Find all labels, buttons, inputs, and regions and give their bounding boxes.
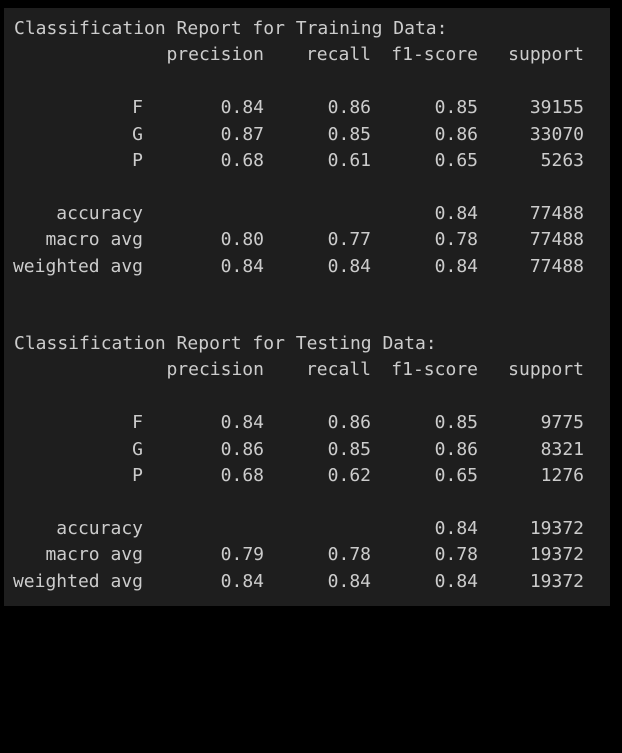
header-support: support (508, 359, 584, 381)
support-value: 8321 (540, 438, 584, 460)
header-recall: recall (305, 44, 371, 66)
report-title: Classification Report for Training Data: (14, 18, 448, 39)
f1-value: 0.86 (434, 438, 478, 460)
recall-value: 0.84 (327, 570, 371, 592)
accuracy-label: accuracy (56, 517, 143, 539)
f1-value: 0.78 (434, 229, 478, 251)
support-value: 5263 (540, 149, 584, 171)
class-label: G (132, 438, 143, 460)
recall-value: 0.61 (327, 149, 371, 171)
support-value: 39155 (529, 97, 584, 119)
precision-value: 0.84 (220, 97, 264, 119)
support-value: 33070 (529, 123, 584, 145)
header-precision: precision (166, 359, 264, 381)
header-row: precision recall f1-score support (4, 357, 610, 383)
precision-value: 0.80 (220, 229, 264, 251)
recall-value: 0.85 (327, 438, 371, 460)
precision-value: 0.68 (220, 149, 264, 171)
output-panel: Classification Report for Training Data:… (4, 8, 610, 606)
f1-value: 0.85 (434, 412, 478, 434)
class-row: G 0.86 0.85 0.86 8321 (4, 437, 610, 463)
class-row: F 0.84 0.86 0.85 39155 (4, 95, 610, 121)
training-report: Classification Report for Training Data:… (4, 16, 610, 280)
header-f1-score: f1-score (391, 359, 478, 381)
recall-value: 0.77 (327, 229, 371, 251)
precision-value: 0.86 (220, 438, 264, 460)
support-value: 1276 (540, 464, 584, 486)
f1-value: 0.65 (434, 464, 478, 486)
macro-avg-label: macro avg (45, 544, 143, 566)
header-f1-score: f1-score (391, 44, 478, 66)
class-row: P 0.68 0.62 0.65 1276 (4, 463, 610, 489)
accuracy-label: accuracy (56, 202, 143, 224)
precision-value: 0.84 (220, 255, 264, 277)
class-label: F (132, 412, 143, 434)
weighted-avg-label: weighted avg (12, 255, 143, 277)
recall-value: 0.62 (327, 464, 371, 486)
header-support: support (508, 44, 584, 66)
f1-value: 0.84 (434, 570, 478, 592)
precision-value: 0.68 (220, 464, 264, 486)
class-label: G (132, 123, 143, 145)
class-label: P (132, 464, 143, 486)
class-label: F (132, 97, 143, 119)
support-value: 19372 (529, 570, 584, 592)
header-row: precision recall f1-score support (4, 42, 610, 68)
recall-value: 0.84 (327, 255, 371, 277)
report-title-line: Classification Report for Training Data: (4, 16, 610, 42)
header-precision: precision (166, 44, 264, 66)
precision-value: 0.84 (220, 412, 264, 434)
f1-value: 0.86 (434, 123, 478, 145)
recall-value: 0.78 (327, 544, 371, 566)
f1-value: 0.85 (434, 97, 478, 119)
precision-value: 0.87 (220, 123, 264, 145)
f1-value: 0.65 (434, 149, 478, 171)
support-value: 77488 (529, 202, 584, 224)
report-title-line: Classification Report for Testing Data: (4, 331, 610, 357)
precision-value: 0.79 (220, 544, 264, 566)
accuracy-row: accuracy 0.84 77488 (4, 201, 610, 227)
window-frame: Classification Report for Training Data:… (0, 0, 622, 616)
weighted-avg-row: weighted avg 0.84 0.84 0.84 77488 (4, 254, 610, 280)
support-value: 77488 (529, 255, 584, 277)
precision-value: 0.84 (220, 570, 264, 592)
recall-value: 0.86 (327, 97, 371, 119)
accuracy-value: 0.84 (434, 202, 478, 224)
class-row: G 0.87 0.85 0.86 33070 (4, 122, 610, 148)
support-value: 19372 (529, 544, 584, 566)
macro-avg-label: macro avg (45, 229, 143, 251)
support-value: 9775 (540, 412, 584, 434)
macro-avg-row: macro avg 0.79 0.78 0.78 19372 (4, 542, 610, 568)
support-value: 77488 (529, 229, 584, 251)
f1-value: 0.84 (434, 255, 478, 277)
macro-avg-row: macro avg 0.80 0.77 0.78 77488 (4, 227, 610, 253)
recall-value: 0.86 (327, 412, 371, 434)
f1-value: 0.78 (434, 544, 478, 566)
recall-value: 0.85 (327, 123, 371, 145)
weighted-avg-label: weighted avg (12, 570, 143, 592)
class-row: F 0.84 0.86 0.85 9775 (4, 410, 610, 436)
class-row: P 0.68 0.61 0.65 5263 (4, 148, 610, 174)
weighted-avg-row: weighted avg 0.84 0.84 0.84 19372 (4, 569, 610, 595)
class-label: P (132, 149, 143, 171)
accuracy-value: 0.84 (434, 517, 478, 539)
testing-report: Classification Report for Testing Data: … (4, 331, 610, 595)
support-value: 19372 (529, 517, 584, 539)
report-title: Classification Report for Testing Data: (14, 333, 437, 354)
accuracy-row: accuracy 0.84 19372 (4, 516, 610, 542)
header-recall: recall (305, 359, 371, 381)
